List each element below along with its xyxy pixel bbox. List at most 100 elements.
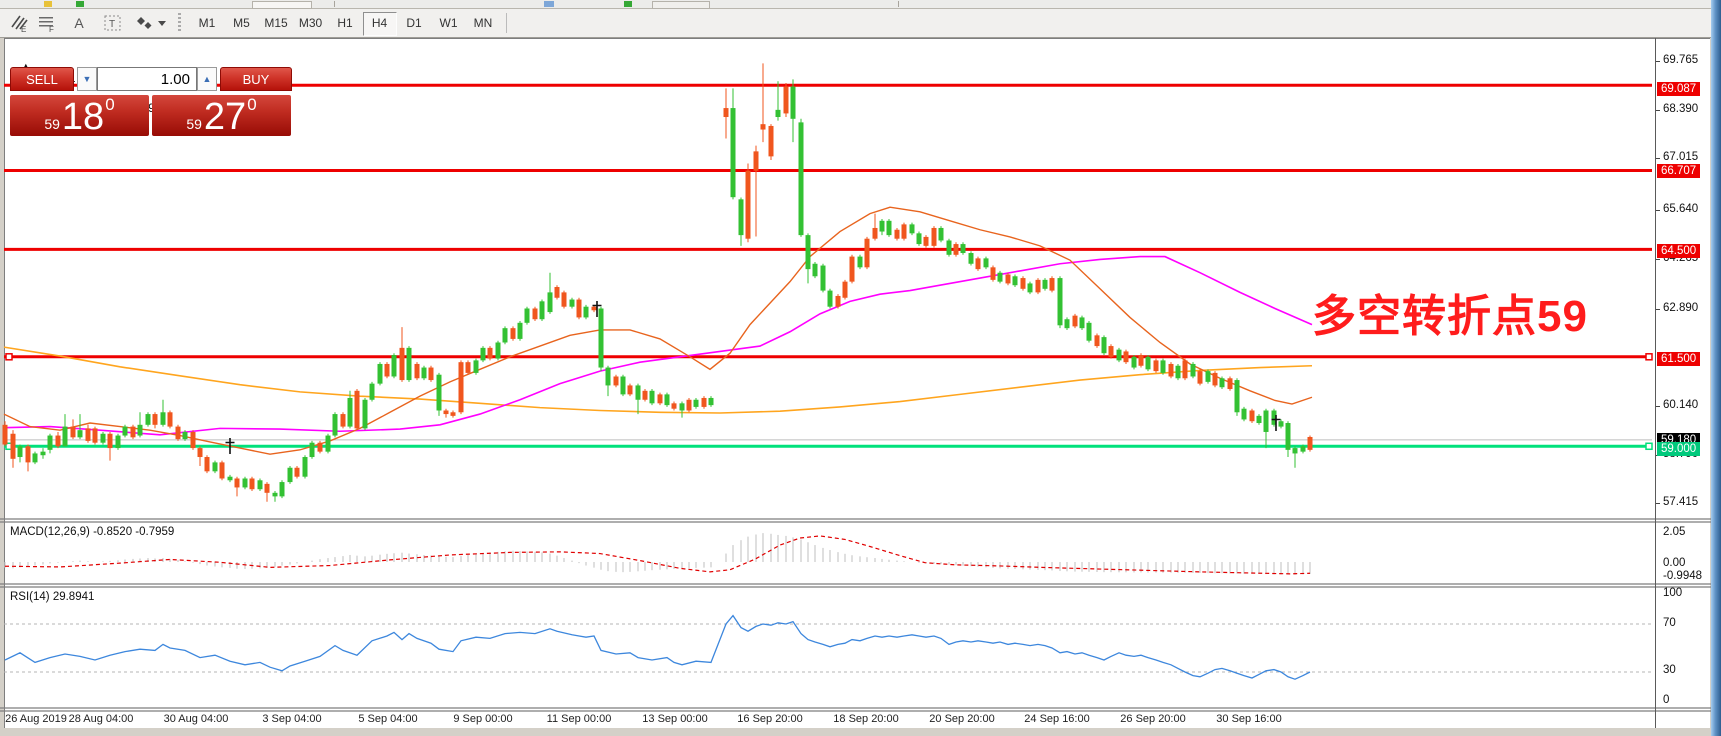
candle-body: [584, 307, 589, 318]
candle-body: [33, 453, 38, 462]
candle-body: [11, 434, 16, 459]
candle-body: [932, 228, 937, 246]
candle-body: [370, 384, 375, 400]
price-axis-tick: [1656, 61, 1660, 62]
price-axis-label: 67.015: [1663, 151, 1698, 163]
rsi-axis-label: 70: [1663, 617, 1676, 629]
rsi-axis-label: 100: [1663, 587, 1682, 599]
price-axis-label: 68.390: [1663, 103, 1698, 115]
candle-body: [761, 124, 766, 129]
candle-body: [555, 287, 560, 298]
candle-body: [784, 87, 789, 114]
candle-body: [488, 348, 493, 359]
candle-body: [116, 436, 121, 449]
candle-body: [709, 398, 714, 405]
candle-body: [954, 244, 959, 255]
price-axis-label: 62.890: [1663, 302, 1698, 314]
volume-input[interactable]: [97, 67, 197, 91]
candle-body: [1213, 373, 1218, 386]
candle-body: [213, 462, 218, 471]
candle-body: [235, 478, 240, 487]
candle-body: [917, 233, 922, 244]
volume-decrease-button[interactable]: ▼: [77, 67, 97, 91]
candle-body: [400, 348, 405, 380]
candle-body: [444, 410, 449, 414]
ma-mid-line: [4, 257, 1312, 435]
candle-body: [776, 110, 781, 117]
sell-price-box[interactable]: 59 18 0: [10, 95, 149, 136]
candle-body: [422, 368, 427, 379]
candle-body: [592, 307, 597, 311]
ma-fast-line: [4, 207, 1312, 454]
candle-body: [873, 228, 878, 239]
candle-body: [850, 257, 855, 282]
time-axis-label: 20 Sep 20:00: [929, 713, 994, 725]
candle-body: [836, 296, 841, 307]
candle-body: [355, 391, 360, 429]
candle-body: [621, 376, 626, 394]
buy-button[interactable]: BUY: [220, 67, 292, 91]
candle-body: [474, 360, 479, 373]
candle-body: [183, 432, 188, 439]
candle-body: [295, 468, 300, 477]
time-axis-label: 9 Sep 00:00: [453, 713, 512, 725]
candle-body: [1013, 276, 1018, 285]
candle-body: [540, 301, 545, 319]
sell-price-sup: 0: [105, 96, 114, 113]
rsi-indicator-label: RSI(14) 29.8941: [10, 591, 94, 603]
candle-body: [503, 328, 508, 342]
time-axis-label: 3 Sep 04:00: [262, 713, 321, 725]
candle-body: [858, 257, 863, 268]
candle-body: [947, 240, 952, 254]
candle-body: [220, 462, 225, 478]
candle-body: [123, 427, 128, 436]
volume-increase-button[interactable]: ▲: [197, 67, 217, 91]
candle-body: [1109, 346, 1114, 357]
candle-body: [3, 425, 8, 445]
candle-body: [1139, 355, 1144, 366]
candle-body: [1308, 437, 1313, 450]
candle-body: [562, 292, 567, 306]
candle-body: [910, 224, 915, 233]
candle-body: [466, 362, 471, 373]
candle-body: [205, 457, 210, 471]
time-axis-label: 28 Aug 04:00: [69, 713, 134, 725]
candle-body: [18, 446, 23, 457]
macd-axis-label: 0.00: [1663, 557, 1685, 569]
candle-body: [1176, 366, 1181, 379]
candle-body: [1242, 409, 1247, 420]
candle-body: [1132, 357, 1137, 368]
candle-body: [1220, 378, 1225, 387]
candle-body: [303, 457, 308, 477]
candle-body: [1146, 357, 1151, 370]
price-level-badge: 59.000: [1657, 442, 1700, 456]
candle-body: [1065, 319, 1070, 328]
candle-body: [1228, 378, 1233, 389]
buy-price-box[interactable]: 59 27 0: [152, 95, 291, 136]
time-axis-label: 5 Sep 04:00: [358, 713, 417, 725]
price-axis-border: [1655, 38, 1656, 728]
candle-body: [258, 480, 263, 489]
hline-handle: [1646, 443, 1652, 449]
candle-body: [606, 368, 611, 386]
candle-body: [138, 425, 143, 436]
candle-body: [146, 414, 151, 425]
candle-body: [518, 323, 523, 339]
candle-body: [650, 391, 655, 404]
price-axis-tick: [1656, 406, 1660, 407]
candle-body: [1043, 280, 1048, 289]
candle-body: [41, 452, 46, 456]
candle-body: [702, 398, 707, 407]
candle-body: [599, 308, 604, 367]
sell-button[interactable]: SELL: [10, 67, 74, 91]
candle-body: [694, 400, 699, 407]
candle-body: [280, 482, 285, 496]
candle-body: [273, 493, 278, 497]
candle-body: [902, 224, 907, 238]
candle-body: [843, 282, 848, 298]
candle-body: [1206, 371, 1211, 382]
candle-body: [451, 412, 456, 416]
hline-handle: [6, 354, 12, 360]
candle-body: [378, 364, 383, 384]
candle-body: [887, 221, 892, 235]
